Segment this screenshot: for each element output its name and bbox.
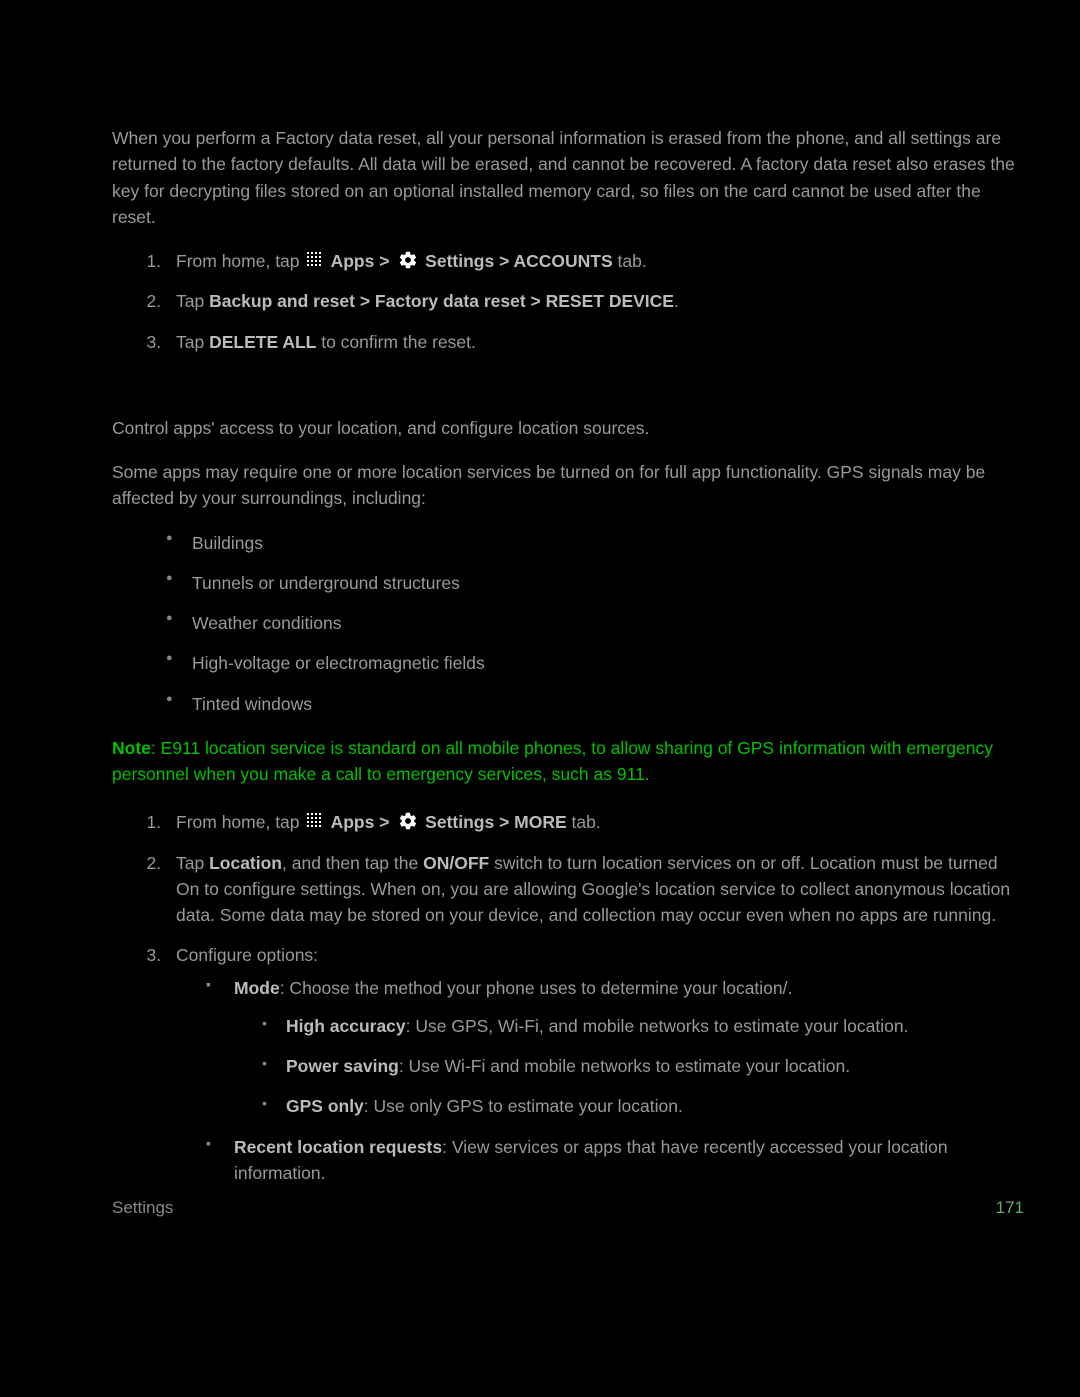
footer-page-number: 171 (996, 1195, 1024, 1221)
apps-icon (306, 812, 324, 830)
e911-note: Note: E911 location service is standard … (112, 735, 1024, 788)
footer-section-name: Settings (112, 1198, 173, 1217)
list-item: Mode: Choose the method your phone uses … (206, 975, 1024, 1120)
list-item: Recent location requests: View services … (206, 1134, 1024, 1187)
gear-icon (398, 811, 418, 831)
location-intro-2: Some apps may require one or more locati… (112, 459, 1024, 512)
location-intro-1: Control apps' access to your location, a… (112, 415, 1024, 441)
list-item: Power saving: Use Wi-Fi and mobile netwo… (260, 1053, 1024, 1079)
list-item: High accuracy: Use GPS, Wi-Fi, and mobil… (260, 1013, 1024, 1039)
list-item: High-voltage or electromagnetic fields (166, 650, 1024, 676)
location-factors-list: Buildings Tunnels or underground structu… (112, 530, 1024, 717)
gear-icon (398, 250, 418, 270)
location-steps: From home, tap Apps > Settings > MORE ta… (112, 809, 1024, 1186)
frs-step-3: Tap DELETE ALL to confirm the reset. (166, 329, 1024, 355)
factory-reset-steps: From home, tap Apps > Settings > ACCOUNT… (112, 248, 1024, 355)
loc-step-2: Tap Location, and then tap the ON/OFF sw… (166, 850, 1024, 929)
page-footer: Settings 171 (112, 1195, 1024, 1221)
factory-reset-intro: When you perform a Factory data reset, a… (112, 125, 1024, 230)
list-item: Tunnels or underground structures (166, 570, 1024, 596)
frs-step-2: Tap Backup and reset > Factory data rese… (166, 288, 1024, 314)
list-item: Buildings (166, 530, 1024, 556)
list-item: GPS only: Use only GPS to estimate your … (260, 1093, 1024, 1119)
loc-step-1: From home, tap Apps > Settings > MORE ta… (166, 809, 1024, 835)
apps-icon (306, 251, 324, 269)
loc-step-3: Configure options: Mode: Choose the meth… (166, 942, 1024, 1186)
frs-step-1: From home, tap Apps > Settings > ACCOUNT… (166, 248, 1024, 274)
list-item: Tinted windows (166, 691, 1024, 717)
list-item: Weather conditions (166, 610, 1024, 636)
